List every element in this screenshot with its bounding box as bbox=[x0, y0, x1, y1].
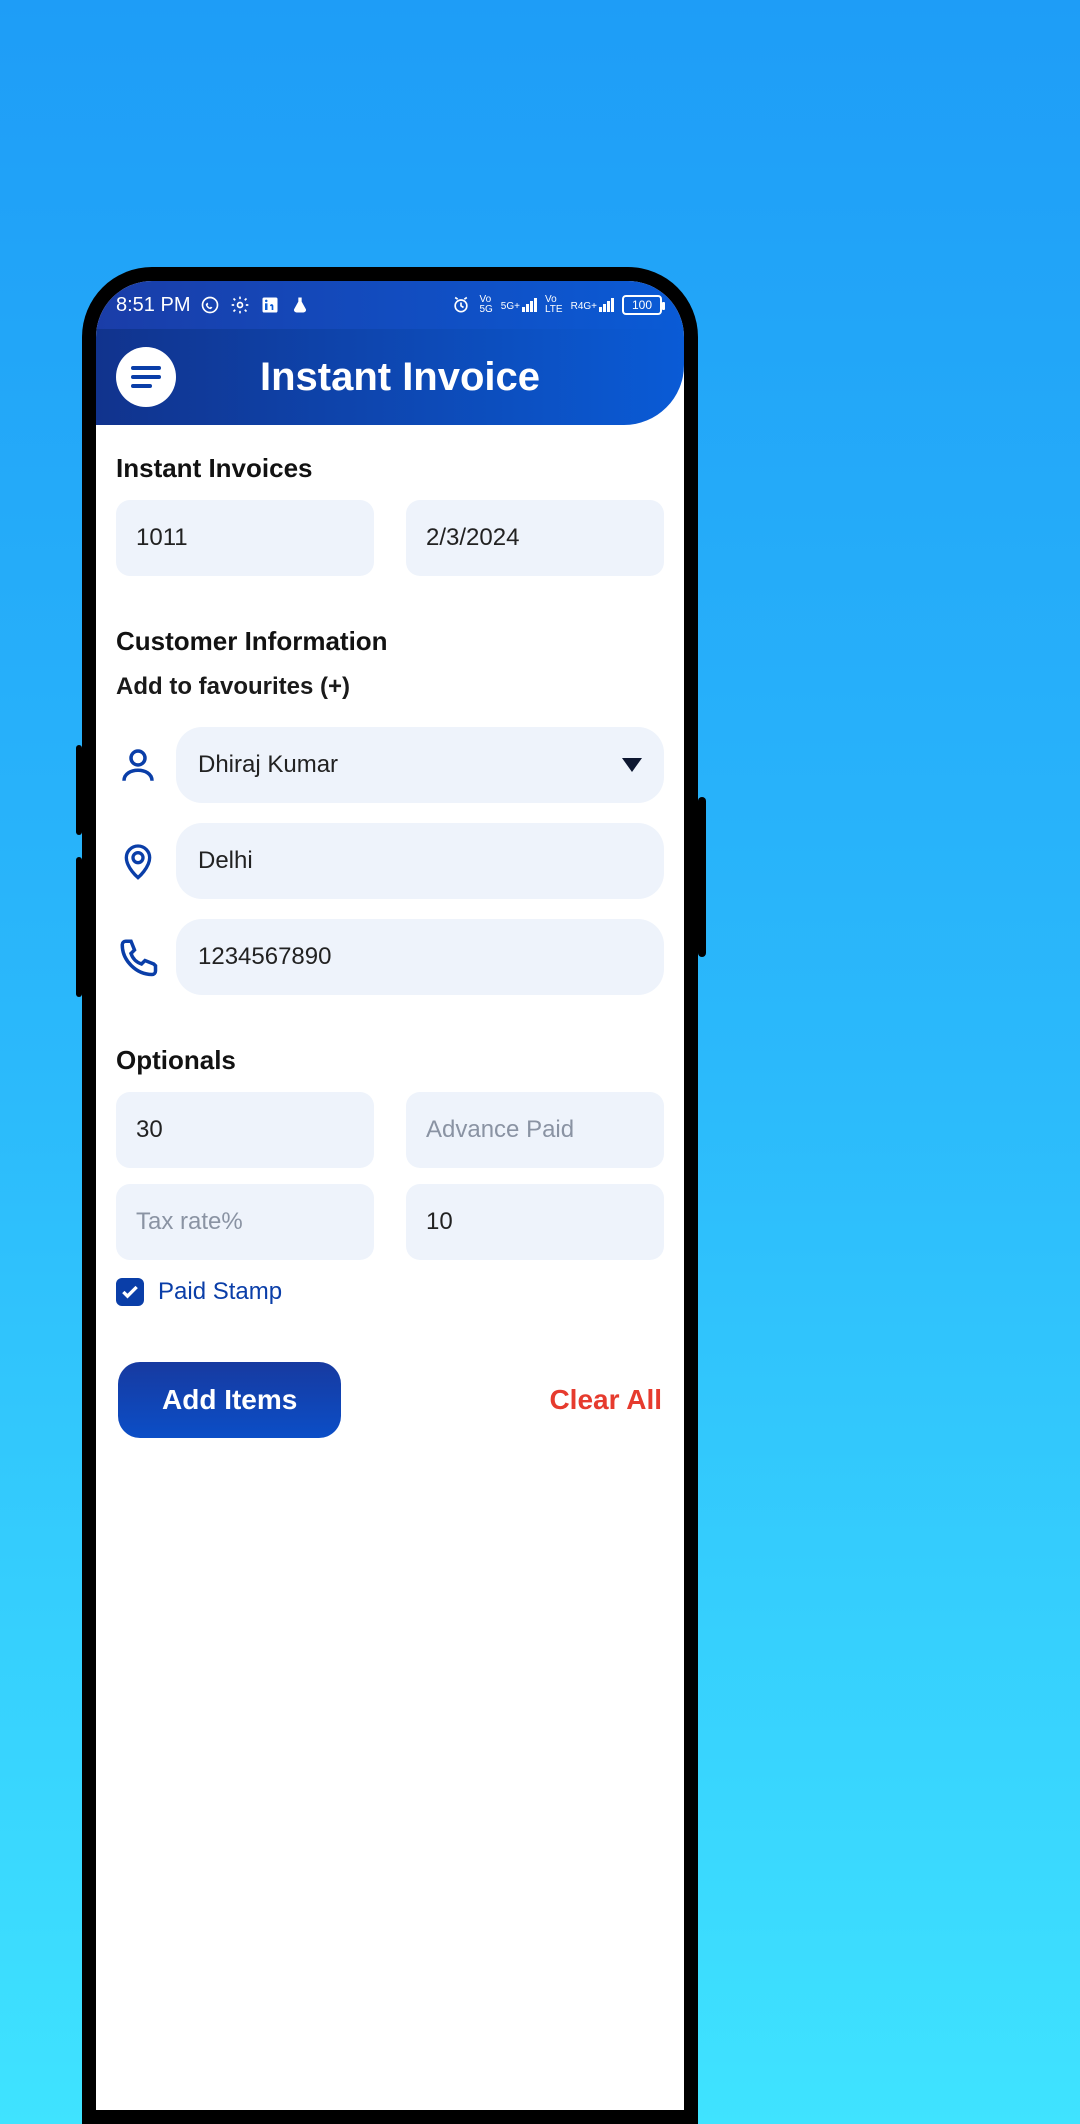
battery-indicator: 100 bbox=[622, 295, 662, 315]
section-heading-optionals: Optionals bbox=[116, 1045, 664, 1076]
network-label: Vo5G bbox=[479, 295, 492, 315]
customer-city-value: Delhi bbox=[198, 847, 253, 875]
chevron-down-icon bbox=[622, 758, 642, 772]
signal-bars-icon bbox=[599, 298, 614, 312]
network-label: 5G+ bbox=[501, 301, 520, 312]
network-label: VoLTE bbox=[545, 295, 563, 315]
customer-city-input[interactable]: Delhi bbox=[176, 823, 664, 899]
location-icon bbox=[116, 839, 160, 883]
add-items-button[interactable]: Add Items bbox=[118, 1362, 341, 1438]
side-button bbox=[698, 797, 706, 957]
app-title: Instant Invoice bbox=[136, 355, 664, 400]
gear-icon bbox=[230, 295, 250, 315]
customer-phone-value: 1234567890 bbox=[198, 943, 331, 971]
advance-paid-input[interactable]: Advance Paid bbox=[406, 1092, 664, 1168]
phone-icon bbox=[116, 935, 160, 979]
flask-icon bbox=[290, 295, 310, 315]
invoice-date-input[interactable]: 2/3/2024 bbox=[406, 500, 664, 576]
whatsapp-icon bbox=[200, 295, 220, 315]
phone-frame: 8:51 PM Vo5G 5G+ VoLTE R4G+ bbox=[82, 267, 698, 2124]
status-time: 8:51 PM bbox=[116, 294, 190, 317]
status-bar: 8:51 PM Vo5G 5G+ VoLTE R4G+ bbox=[96, 281, 684, 329]
tax-rate-input[interactable]: Tax rate% bbox=[116, 1184, 374, 1260]
invoice-number-input[interactable]: 1011 bbox=[116, 500, 374, 576]
clear-all-button[interactable]: Clear All bbox=[549, 1384, 662, 1416]
section-heading-customer: Customer Information bbox=[116, 626, 664, 657]
network-label: R4G+ bbox=[571, 301, 597, 312]
signal-bars-icon bbox=[522, 298, 537, 312]
content-area: Instant Invoices 1011 2/3/2024 Customer … bbox=[96, 425, 684, 1468]
section-heading-invoices: Instant Invoices bbox=[116, 453, 664, 484]
app-bar: Instant Invoice bbox=[96, 329, 684, 425]
optional-quantity-input[interactable]: 30 bbox=[116, 1092, 374, 1168]
customer-name-value: Dhiraj Kumar bbox=[198, 751, 338, 779]
add-to-favourites-button[interactable]: Add to favourites (+) bbox=[116, 673, 664, 701]
optional-other-input[interactable]: 10 bbox=[406, 1184, 664, 1260]
customer-phone-input[interactable]: 1234567890 bbox=[176, 919, 664, 995]
side-button bbox=[76, 857, 82, 997]
side-button bbox=[76, 745, 82, 835]
linkedin-icon bbox=[260, 295, 280, 315]
battery-level: 100 bbox=[632, 298, 652, 312]
checkbox-checked-icon bbox=[116, 1278, 144, 1306]
alarm-icon bbox=[451, 295, 471, 315]
person-icon bbox=[116, 743, 160, 787]
screen: 8:51 PM Vo5G 5G+ VoLTE R4G+ bbox=[96, 281, 684, 2110]
paid-stamp-checkbox-row[interactable]: Paid Stamp bbox=[116, 1278, 664, 1306]
paid-stamp-label: Paid Stamp bbox=[158, 1278, 282, 1306]
customer-name-select[interactable]: Dhiraj Kumar bbox=[176, 727, 664, 803]
